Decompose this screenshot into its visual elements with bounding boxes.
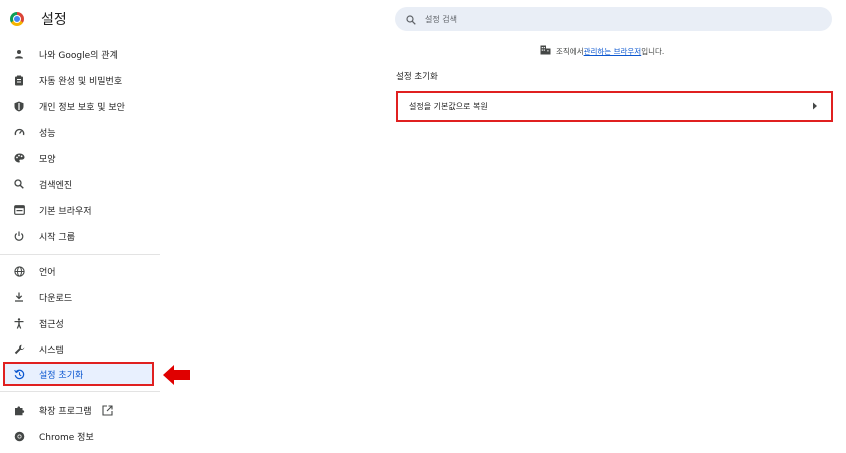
- managed-notice-prefix: 조직에서: [556, 46, 584, 56]
- sidebar-divider: [0, 391, 160, 392]
- app-header: 설정: [10, 9, 67, 29]
- sidebar-item-label: 시스템: [39, 345, 64, 356]
- wrench-icon: [13, 343, 25, 355]
- sidebar-item-label: 검색엔진: [39, 180, 73, 191]
- speedometer-icon: [13, 126, 25, 138]
- sidebar-item-about-chrome[interactable]: Chrome 정보: [4, 424, 155, 448]
- reset-icon: [13, 368, 25, 380]
- power-icon: [13, 230, 25, 242]
- browser-icon: [13, 204, 25, 216]
- sidebar-item-label: 확장 프로그램: [39, 406, 92, 417]
- puzzle-icon: [13, 404, 25, 416]
- sidebar-item-label: 나와 Google의 관계: [39, 50, 118, 61]
- search-bar[interactable]: [395, 7, 832, 31]
- managed-browser-notice: 조직에서 관리하는 브라우저 입니다.: [540, 45, 664, 57]
- sidebar-item-autofill[interactable]: 자동 완성 및 비밀번호: [4, 68, 155, 92]
- sidebar-item-search-engine[interactable]: 검색엔진: [4, 172, 155, 196]
- accessibility-icon: [13, 317, 25, 329]
- page-title: 설정: [41, 12, 67, 28]
- sidebar-item-languages[interactable]: 언어: [4, 259, 155, 283]
- sidebar-item-on-startup[interactable]: 시작 그룹: [4, 224, 155, 248]
- annotation-arrow: [163, 365, 191, 389]
- building-icon: [540, 45, 551, 57]
- chrome-icon: [13, 430, 25, 442]
- sidebar-item-label: 설정 초기화: [39, 370, 84, 381]
- sidebar-item-label: 시작 그룹: [39, 232, 75, 243]
- managed-browser-link[interactable]: 관리하는 브라우저: [584, 46, 642, 57]
- restore-defaults-label: 설정을 기본값으로 복원: [409, 102, 488, 111]
- managed-notice-suffix: 입니다.: [641, 46, 665, 56]
- external-link-icon: [101, 404, 113, 416]
- search-icon: [406, 10, 416, 29]
- sidebar-item-reset-settings[interactable]: 설정 초기화: [3, 362, 154, 386]
- search-icon: [13, 178, 25, 190]
- sidebar-item-performance[interactable]: 성능: [4, 120, 155, 144]
- person-icon: [13, 48, 25, 60]
- shield-icon: [13, 100, 25, 112]
- restore-defaults-row[interactable]: 설정을 기본값으로 복원: [396, 91, 833, 122]
- search-input[interactable]: [425, 14, 805, 24]
- globe-icon: [13, 265, 25, 277]
- sidebar-divider: [0, 254, 160, 255]
- sidebar-item-label: 모양: [39, 154, 56, 165]
- sidebar-item-label: 기본 브라우저: [39, 206, 92, 217]
- download-icon: [13, 291, 25, 303]
- sidebar-item-system[interactable]: 시스템: [4, 337, 155, 361]
- sidebar: 설정 나와 Google의 관계 자동 완성 및 비밀번호 개인 정보 보호 및…: [0, 0, 160, 453]
- sidebar-item-default-browser[interactable]: 기본 브라우저: [4, 198, 155, 222]
- chevron-right-icon: [812, 102, 818, 112]
- sidebar-item-downloads[interactable]: 다운로드: [4, 285, 155, 309]
- clipboard-icon: [13, 74, 25, 86]
- sidebar-item-label: 개인 정보 보호 및 보안: [39, 102, 125, 113]
- palette-icon: [13, 152, 25, 164]
- section-title: 설정 초기화: [396, 72, 438, 82]
- sidebar-item-label: 성능: [39, 128, 56, 139]
- sidebar-item-label: 자동 완성 및 비밀번호: [39, 76, 123, 87]
- sidebar-item-label: 다운로드: [39, 293, 73, 304]
- sidebar-item-appearance[interactable]: 모양: [4, 146, 155, 170]
- sidebar-item-you-and-google[interactable]: 나와 Google의 관계: [4, 42, 155, 66]
- sidebar-item-extensions[interactable]: 확장 프로그램: [4, 398, 155, 422]
- sidebar-item-label: 언어: [39, 267, 56, 278]
- sidebar-item-accessibility[interactable]: 접근성: [4, 311, 155, 335]
- sidebar-item-label: 접근성: [39, 319, 64, 330]
- chrome-logo-icon: [10, 12, 24, 26]
- sidebar-item-privacy[interactable]: 개인 정보 보호 및 보안: [4, 94, 155, 118]
- sidebar-item-label: Chrome 정보: [39, 432, 94, 443]
